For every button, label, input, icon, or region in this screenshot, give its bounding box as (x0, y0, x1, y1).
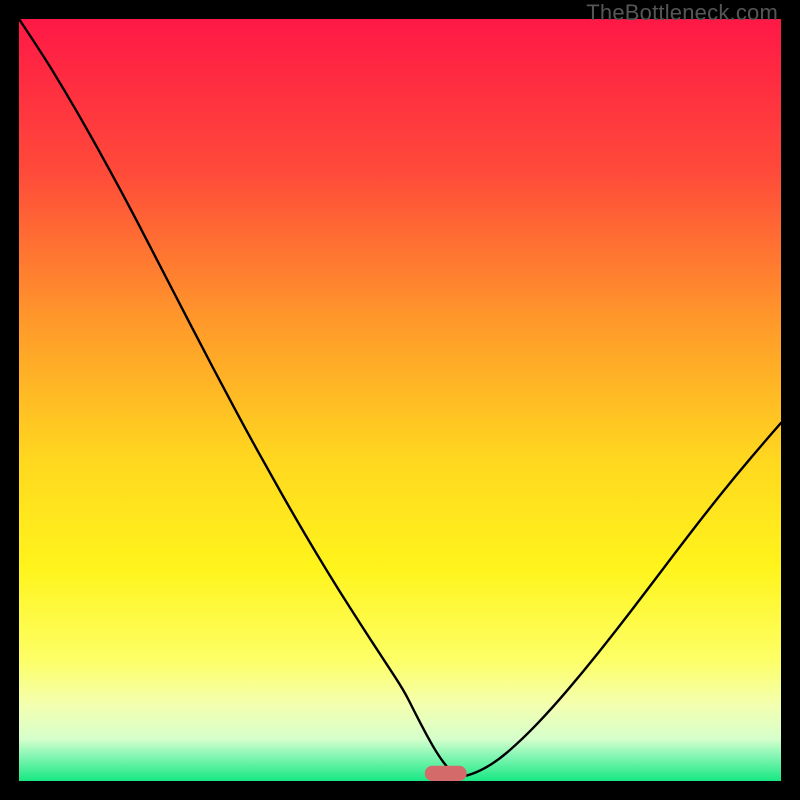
plot-area (19, 19, 781, 781)
bottleneck-chart (19, 19, 781, 781)
gradient-background (19, 19, 781, 781)
watermark-text: TheBottleneck.com (586, 0, 778, 26)
chart-frame: TheBottleneck.com (0, 0, 800, 800)
optimal-marker (425, 766, 467, 781)
